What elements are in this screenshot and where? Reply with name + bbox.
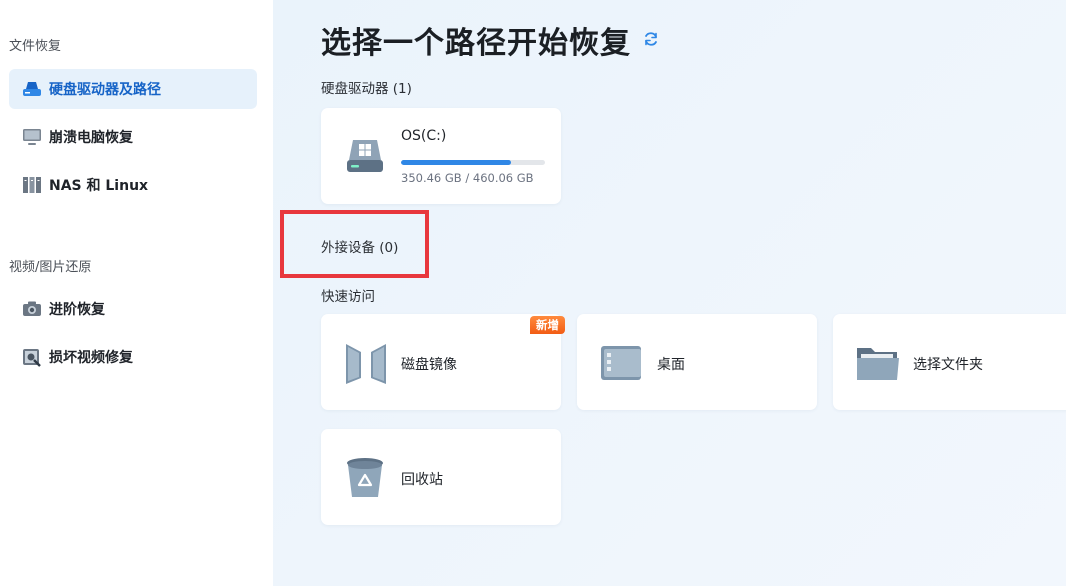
sidebar-item-label: 硬盘驱动器及路径 [49,82,161,98]
quick-item-label: 回收站 [401,472,443,488]
sidebar-item-nas-linux[interactable]: NAS 和 Linux [9,165,257,205]
quick-item-label: 选择文件夹 [913,357,983,373]
quick-item-label: 磁盘镜像 [401,357,457,373]
monitor-icon [22,127,42,147]
sidebar-item-label: NAS 和 Linux [49,178,149,194]
quick-access-label: 快速访问 [321,289,375,305]
drive-name: OS(C:) [401,128,447,144]
quick-item-select-folder[interactable]: 选择文件夹 [833,314,1066,410]
quick-item-label: 桌面 [657,357,685,373]
quick-item-recycle-bin[interactable]: 回收站 [321,429,561,525]
quick-item-desktop[interactable]: 桌面 [577,314,817,410]
nas-icon [22,175,42,195]
sidebar-item-hard-drive[interactable]: 硬盘驱动器及路径 [9,69,257,109]
sidebar: 文件恢复 硬盘驱动器及路径 崩溃电脑恢复 NAS 和 Linux 视频/图片还原 [0,0,273,586]
disk-image-icon [346,344,386,384]
page-title: 选择一个路径开始恢复 [321,26,631,61]
sidebar-item-label: 崩溃电脑恢复 [49,130,133,146]
folder-icon [857,348,899,380]
video-repair-icon [22,347,42,367]
section-title-file-recovery: 文件恢复 [9,39,62,54]
drives-section-label: 硬盘驱动器 (1) [321,81,412,97]
app-window: 文件恢复 硬盘驱动器及路径 崩溃电脑恢复 NAS 和 Linux 视频/图片还原 [0,0,1066,586]
drive-usage-fill [401,160,511,165]
sidebar-item-label: 进阶恢复 [49,302,105,318]
section-title-media-restore: 视频/图片还原 [9,260,92,275]
windows-drive-icon [347,140,383,172]
camera-icon [22,299,42,319]
recycle-bin-icon [347,458,383,497]
new-badge: 新增 [530,316,565,334]
drive-card-os-c[interactable]: OS(C:) 350.46 GB / 460.06 GB [321,108,561,204]
refresh-icon[interactable] [643,31,659,47]
drive-usage-bar [401,160,545,165]
sidebar-item-label: 损坏视频修复 [49,350,133,366]
desktop-icon [601,346,641,380]
drive-size-text: 350.46 GB / 460.06 GB [401,171,534,185]
main-content: 选择一个路径开始恢复 硬盘驱动器 (1) OS(C:) 350.46 GB / [273,0,1066,586]
hard-drive-icon [22,79,42,99]
external-devices-label: 外接设备 (0) [321,240,399,256]
sidebar-item-crash-recovery[interactable]: 崩溃电脑恢复 [9,117,257,157]
sidebar-item-advanced-recovery[interactable]: 进阶恢复 [9,289,257,329]
quick-item-disk-image[interactable]: 磁盘镜像 新增 [321,314,565,410]
sidebar-item-video-repair[interactable]: 损坏视频修复 [9,337,257,377]
